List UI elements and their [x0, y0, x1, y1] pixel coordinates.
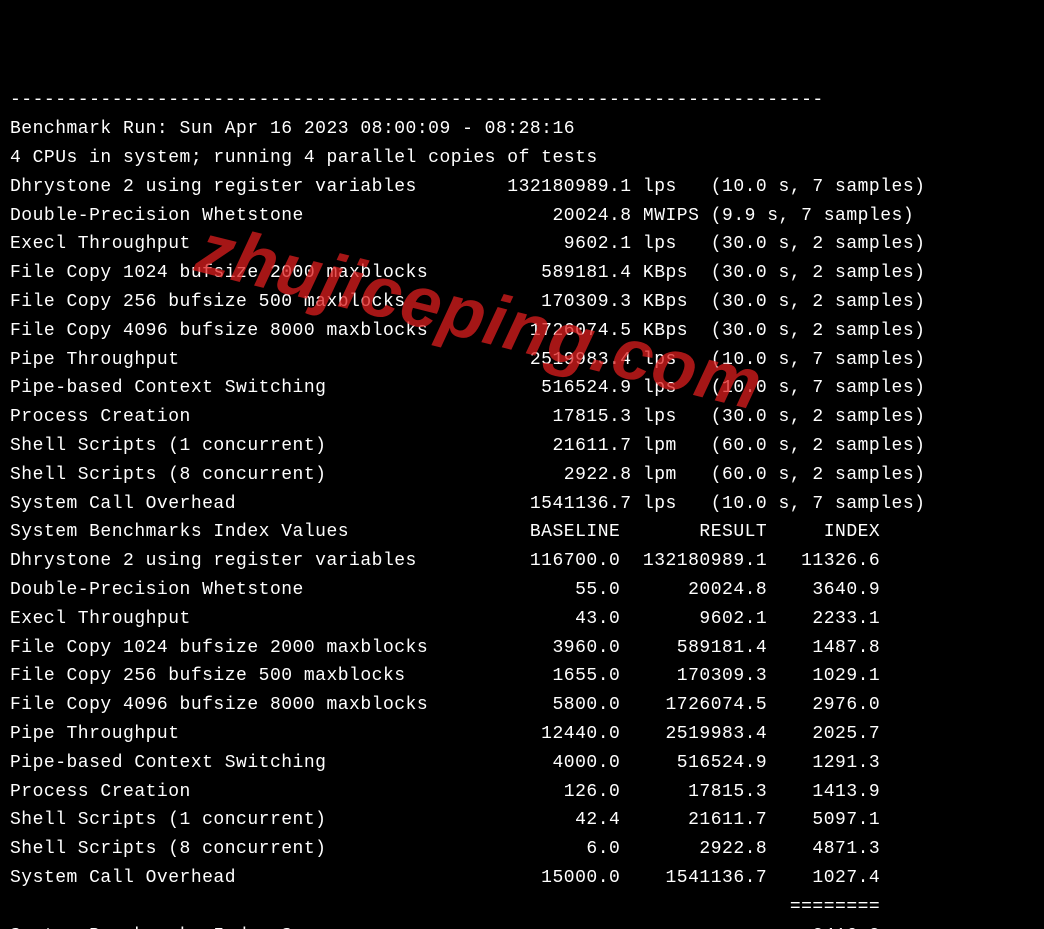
- index-row: File Copy 1024 bufsize 2000 maxblocks 39…: [10, 634, 1034, 663]
- test-result-row: Shell Scripts (8 concurrent) 2922.8 lpm …: [10, 461, 1034, 490]
- test-result-row: Process Creation 17815.3 lps (30.0 s, 2 …: [10, 403, 1034, 432]
- index-row: Pipe Throughput 12440.0 2519983.4 2025.7: [10, 720, 1034, 749]
- test-result-row: Dhrystone 2 using register variables 132…: [10, 173, 1034, 202]
- index-row: Execl Throughput 43.0 9602.1 2233.1: [10, 605, 1034, 634]
- index-row: Pipe-based Context Switching 4000.0 5165…: [10, 749, 1034, 778]
- index-row: Shell Scripts (1 concurrent) 42.4 21611.…: [10, 806, 1034, 835]
- test-result-row: File Copy 1024 bufsize 2000 maxblocks 58…: [10, 259, 1034, 288]
- index-row: Process Creation 126.0 17815.3 1413.9: [10, 778, 1034, 807]
- index-row: System Call Overhead 15000.0 1541136.7 1…: [10, 864, 1034, 893]
- terminal-output: zhujiceping.com ------------------------…: [0, 0, 1044, 929]
- index-header: System Benchmarks Index Values BASELINE …: [10, 518, 1034, 547]
- benchmark-run-line: Benchmark Run: Sun Apr 16 2023 08:00:09 …: [10, 115, 1034, 144]
- test-result-row: Execl Throughput 9602.1 lps (30.0 s, 2 s…: [10, 230, 1034, 259]
- index-row: Double-Precision Whetstone 55.0 20024.8 …: [10, 576, 1034, 605]
- index-score: System Benchmarks Index Score 2416.2: [10, 922, 1034, 929]
- index-row: File Copy 256 bufsize 500 maxblocks 1655…: [10, 662, 1034, 691]
- test-result-row: Pipe Throughput 2519983.4 lps (10.0 s, 7…: [10, 346, 1034, 375]
- test-result-row: Pipe-based Context Switching 516524.9 lp…: [10, 374, 1034, 403]
- test-result-row: Double-Precision Whetstone 20024.8 MWIPS…: [10, 202, 1034, 231]
- separator-top: ----------------------------------------…: [10, 86, 1034, 115]
- cpu-info-line: 4 CPUs in system; running 4 parallel cop…: [10, 144, 1034, 173]
- index-separator: ========: [10, 893, 1034, 922]
- test-result-row: System Call Overhead 1541136.7 lps (10.0…: [10, 490, 1034, 519]
- index-row: Dhrystone 2 using register variables 116…: [10, 547, 1034, 576]
- index-row: Shell Scripts (8 concurrent) 6.0 2922.8 …: [10, 835, 1034, 864]
- test-result-row: File Copy 256 bufsize 500 maxblocks 1703…: [10, 288, 1034, 317]
- index-row: File Copy 4096 bufsize 8000 maxblocks 58…: [10, 691, 1034, 720]
- test-result-row: File Copy 4096 bufsize 8000 maxblocks 17…: [10, 317, 1034, 346]
- test-result-row: Shell Scripts (1 concurrent) 21611.7 lpm…: [10, 432, 1034, 461]
